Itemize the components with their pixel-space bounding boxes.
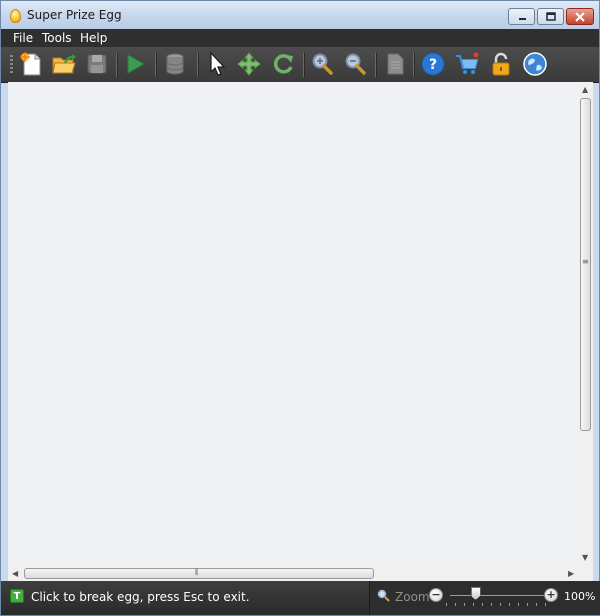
move-icon <box>237 52 261 76</box>
scroll-down-arrow-icon[interactable]: ▼ <box>582 554 588 562</box>
close-icon <box>575 11 585 22</box>
play-button[interactable] <box>121 50 149 78</box>
save-icon <box>87 54 107 74</box>
database-icon <box>166 53 184 75</box>
maximize-icon <box>545 11 556 21</box>
menu-tools[interactable]: Tools <box>42 31 72 45</box>
minimize-button[interactable] <box>508 8 535 25</box>
pointer-button[interactable] <box>203 50 231 78</box>
cart-icon <box>456 52 479 74</box>
zoom-control: Zoom − + 100% <box>369 581 600 615</box>
status-bar: T Click to break egg, press Esc to exit.… <box>1 581 600 615</box>
zoom-in-button[interactable]: + <box>544 588 558 602</box>
maximize-button[interactable] <box>537 8 564 25</box>
close-button[interactable] <box>566 8 594 25</box>
globe-icon <box>523 52 547 76</box>
toolbar-separator <box>303 53 305 77</box>
toolbar: ? <box>1 47 599 83</box>
toolbar-separator <box>197 53 199 77</box>
menu-file[interactable]: File <box>13 31 33 45</box>
minimize-icon <box>518 17 526 20</box>
globe-button[interactable] <box>521 50 549 78</box>
move-button[interactable] <box>235 50 263 78</box>
zoom-slider-track[interactable] <box>450 595 544 596</box>
zoom-out-button[interactable] <box>341 50 369 78</box>
vertical-scroll-thumb[interactable]: ≡ <box>580 98 591 431</box>
horizontal-scrollbar[interactable]: ◀ ⦀ ▶ <box>8 566 579 581</box>
unlock-icon <box>492 52 510 76</box>
menu-help[interactable]: Help <box>80 31 107 45</box>
vertical-scrollbar[interactable]: ▲ ≡ ▼ <box>579 82 593 566</box>
document-button[interactable] <box>381 50 409 78</box>
window-title: Super Prize Egg <box>27 8 122 22</box>
open-icon <box>52 54 76 74</box>
zoom-in-icon <box>312 53 333 75</box>
grip-icon: ≡ <box>582 257 589 266</box>
rotate-icon <box>273 54 293 74</box>
egg-canvas[interactable] <box>8 82 579 566</box>
play-icon <box>127 54 146 74</box>
t-icon: T <box>10 589 24 603</box>
zoom-percentage: 100% <box>564 590 596 603</box>
scroll-left-arrow-icon[interactable]: ◀ <box>12 570 18 578</box>
help-icon: ? <box>421 52 445 76</box>
zoom-out-icon <box>345 53 366 75</box>
cart-button[interactable] <box>453 50 481 78</box>
zoom-slider-ticks <box>446 603 550 606</box>
zoom-in-button[interactable] <box>308 50 336 78</box>
toolbar-separator <box>116 53 118 77</box>
zoom-label: Zoom <box>395 590 430 604</box>
save-button[interactable] <box>83 50 111 78</box>
toolbar-separator <box>155 53 157 77</box>
database-button[interactable] <box>161 50 189 78</box>
scroll-up-arrow-icon[interactable]: ▲ <box>582 86 588 94</box>
zoom-slider-thumb[interactable] <box>470 587 481 600</box>
new-button[interactable] <box>17 50 45 78</box>
toolbar-separator <box>413 53 415 77</box>
egg-app-icon <box>10 9 21 23</box>
menu-bar: File Tools Help <box>1 29 599 47</box>
toolbar-grip[interactable] <box>10 55 13 75</box>
scrollbar-corner <box>579 566 593 581</box>
status-text: Click to break egg, press Esc to exit. <box>31 590 250 604</box>
rotate-button[interactable] <box>269 50 297 78</box>
svg-text:?: ? <box>429 57 437 73</box>
scroll-right-arrow-icon[interactable]: ▶ <box>568 570 574 578</box>
grip-icon: ⦀ <box>195 568 199 577</box>
help-button[interactable]: ? <box>419 50 447 78</box>
unlock-button[interactable] <box>487 50 515 78</box>
document-icon <box>387 53 404 75</box>
new-icon <box>20 52 41 76</box>
open-button[interactable] <box>50 50 78 78</box>
pointer-icon <box>210 51 226 76</box>
horizontal-scroll-thumb[interactable]: ⦀ <box>24 568 374 579</box>
toolbar-separator <box>375 53 377 77</box>
zoom-out-button[interactable]: − <box>429 588 443 602</box>
app-window: Super Prize Egg File Tools Help ? ▲ ≡ ▼ … <box>0 0 600 616</box>
title-bar[interactable]: Super Prize Egg <box>1 1 599 29</box>
magnifier-icon <box>377 589 390 602</box>
